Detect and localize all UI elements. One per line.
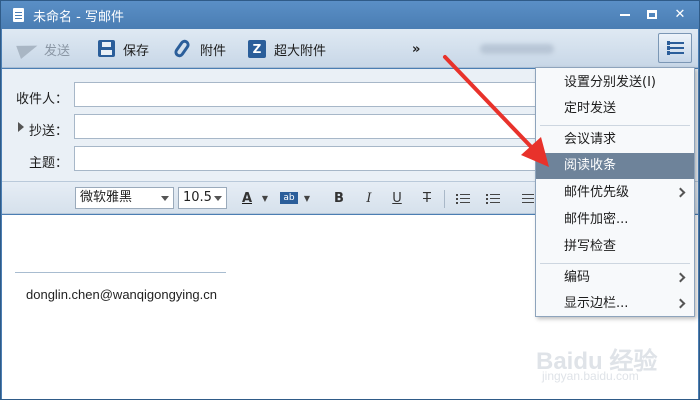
font-family-select[interactable]: 微软雅黑 (75, 187, 174, 209)
menu-item-label: 显示边栏... (564, 296, 629, 311)
highlight-button[interactable]: ab (280, 192, 298, 204)
save-label: 保存 (123, 43, 150, 59)
paperclip-icon (172, 37, 194, 60)
bold-button[interactable]: B (332, 190, 346, 208)
title-bar: 未命名 - 写邮件 ✕ (1, 1, 699, 29)
font-size-select[interactable]: 10.5 (178, 187, 227, 209)
font-family-value: 微软雅黑 (80, 190, 133, 205)
cc-label[interactable]: 抄送： (2, 120, 68, 139)
maximize-button[interactable] (641, 5, 663, 25)
menu-item-label: 设置分别发送(I) (564, 75, 656, 90)
more-tools-button[interactable]: » (412, 38, 420, 60)
underline-button[interactable]: U (390, 190, 404, 208)
strikethrough-button[interactable]: T (420, 190, 434, 208)
numbered-list-icon (486, 194, 500, 204)
menu-item-label: 定时发送 (564, 101, 617, 116)
menu-item-read-receipt[interactable]: 阅读收条 (536, 153, 694, 179)
menu-item-label: 阅读收条 (564, 158, 617, 173)
bullet-list-icon (456, 194, 470, 204)
bullet-list-button[interactable] (456, 190, 472, 208)
menu-item-label: 拼写检查 (564, 239, 617, 254)
menu-item-encoding[interactable]: 编码 (536, 265, 694, 291)
main-toolbar: 发送 保存 附件 Z 超大附件 » (2, 29, 698, 68)
menu-item-label: 邮件优先级 (564, 185, 630, 200)
attach-button[interactable]: 附件 (172, 37, 227, 60)
menu-item-meeting-request[interactable]: 会议请求 (536, 127, 694, 153)
menu-item-label: 邮件加密... (564, 212, 629, 227)
options-menu-button[interactable] (658, 33, 692, 63)
chevron-right-icon (675, 298, 686, 309)
save-button[interactable]: 保存 (97, 38, 149, 60)
blurred-account-area (480, 44, 554, 54)
watermark-url: jingyan.baidu.com (542, 369, 639, 383)
chevron-down-icon (161, 196, 169, 201)
menu-item-priority[interactable]: 邮件优先级 (536, 180, 694, 206)
cc-input[interactable] (74, 114, 540, 139)
align-icon (522, 194, 536, 204)
floppy-disk-icon (97, 39, 117, 59)
maximize-icon (647, 10, 657, 19)
chevron-right-icon (675, 272, 686, 283)
minimize-button[interactable] (614, 5, 636, 25)
list-menu-icon (667, 41, 684, 55)
close-icon: ✕ (674, 7, 686, 22)
chevron-right-icon (675, 187, 686, 198)
send-label: 发送 (44, 43, 71, 59)
menu-item-encrypt[interactable]: 邮件加密... (536, 207, 694, 233)
highlight-dropdown-icon[interactable]: ▼ (303, 190, 311, 208)
send-button[interactable]: 发送 (16, 38, 71, 60)
to-input[interactable] (74, 82, 540, 107)
menu-item-separate-send[interactable]: 设置分别发送(I) (536, 70, 694, 96)
large-attachment-icon: Z (248, 39, 268, 59)
window-title: 未命名 - 写邮件 (33, 10, 124, 25)
menu-item-spell-check[interactable]: 拼写检查 (536, 234, 694, 260)
document-icon (13, 8, 24, 22)
align-button[interactable] (522, 190, 534, 208)
numbered-list-button[interactable] (486, 190, 502, 208)
font-color-button[interactable]: A (240, 190, 254, 208)
signature-divider (15, 272, 226, 273)
menu-item-label: 会议请求 (564, 132, 617, 147)
font-color-dropdown-icon[interactable]: ▼ (261, 190, 269, 208)
menu-item-show-sidebar[interactable]: 显示边栏... (536, 291, 694, 317)
menu-item-scheduled-send[interactable]: 定时发送 (536, 96, 694, 122)
large-attachment-button[interactable]: Z 超大附件 (248, 38, 326, 60)
chevron-down-icon (214, 196, 222, 201)
paper-plane-icon (16, 39, 40, 59)
signature-text: donglin.chen@wanqigongying.cn (26, 287, 218, 302)
subject-input[interactable] (74, 146, 540, 171)
font-size-value: 10.5 (183, 190, 212, 205)
compose-window: 未命名 - 写邮件 ✕ 发送 保存 附件 Z 超大附件 » 收件人： 抄送： 主… (0, 0, 700, 400)
menu-separator (540, 263, 690, 264)
close-button[interactable]: ✕ (669, 5, 691, 25)
minimize-icon (620, 13, 630, 16)
to-label: 收件人： (15, 92, 68, 107)
menu-separator (540, 125, 690, 126)
menu-item-label: 编码 (564, 270, 591, 285)
italic-button[interactable]: I (362, 190, 376, 208)
subject-label: 主题： (28, 156, 68, 171)
toolbar-divider (444, 190, 445, 208)
options-dropdown-menu: 设置分别发送(I) 定时发送 会议请求 阅读收条 邮件优先级 邮件加密... 拼… (535, 67, 695, 317)
attach-label: 附件 (200, 43, 227, 59)
large-attachment-label: 超大附件 (274, 43, 327, 59)
